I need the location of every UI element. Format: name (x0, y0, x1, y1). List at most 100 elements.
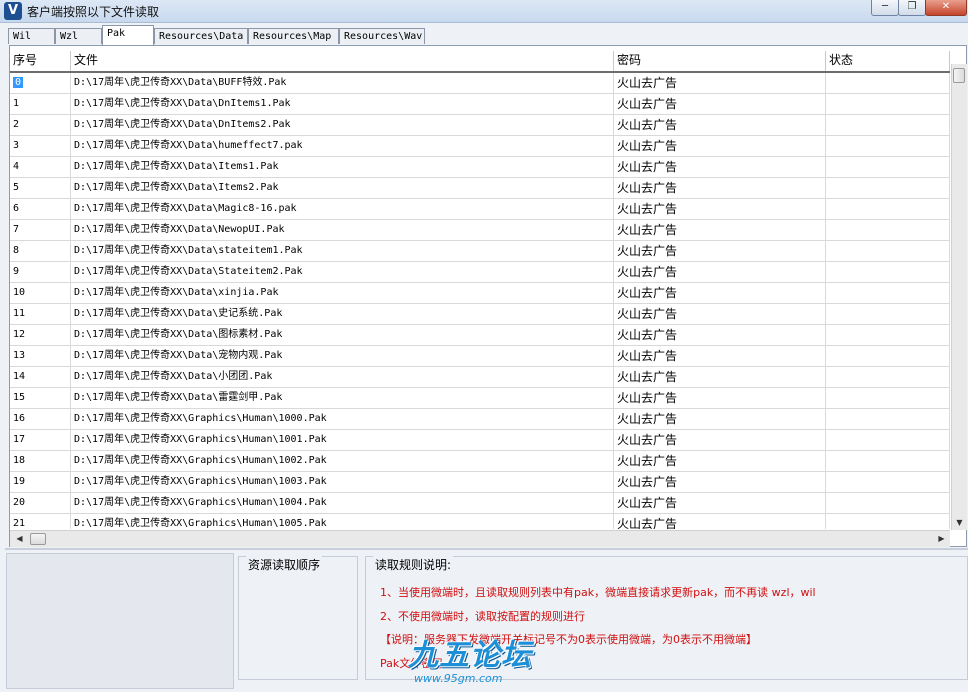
cell-password[interactable]: 火山去广告 (614, 325, 826, 345)
cell-state[interactable] (826, 241, 950, 261)
cell-state[interactable] (826, 262, 950, 282)
table-row[interactable]: 18 D:\17周年\虎卫传奇XX\Graphics\Human\1002.Pak… (10, 451, 950, 472)
cell-state[interactable] (826, 409, 950, 429)
table-row[interactable]: 10 D:\17周年\虎卫传奇XX\Data\xinjia.Pak 火山去广告 (10, 283, 950, 304)
cell-state[interactable] (826, 472, 950, 492)
cell-index[interactable]: 0 (10, 73, 71, 93)
tab-wil[interactable]: Wil (8, 28, 55, 44)
cell-index[interactable]: 4 (10, 157, 71, 177)
scroll-left-icon[interactable]: ◀ (12, 532, 27, 546)
cell-file[interactable]: D:\17周年\虎卫传奇XX\Data\Items1.Pak (71, 157, 614, 177)
cell-password[interactable]: 火山去广告 (614, 304, 826, 324)
cell-state[interactable] (826, 388, 950, 408)
header-file[interactable]: 文件 (71, 51, 614, 71)
cell-file[interactable]: D:\17周年\虎卫传奇XX\Data\humeffect7.pak (71, 136, 614, 156)
cell-state[interactable] (826, 346, 950, 366)
cell-state[interactable] (826, 493, 950, 513)
cell-file[interactable]: D:\17周年\虎卫传奇XX\Data\xinjia.Pak (71, 283, 614, 303)
table-row[interactable]: 7 D:\17周年\虎卫传奇XX\Data\NewopUI.Pak 火山去广告 (10, 220, 950, 241)
table-row[interactable]: 5 D:\17周年\虎卫传奇XX\Data\Items2.Pak 火山去广告 (10, 178, 950, 199)
cell-password[interactable]: 火山去广告 (614, 115, 826, 135)
panel-splitter[interactable] (5, 548, 968, 550)
cell-password[interactable]: 火山去广告 (614, 136, 826, 156)
cell-index[interactable]: 20 (10, 493, 71, 513)
vertical-scrollbar[interactable]: ▲ ▼ (951, 64, 967, 530)
table-row[interactable]: 13 D:\17周年\虎卫传奇XX\Data\宠物内观.Pak 火山去广告 (10, 346, 950, 367)
cell-password[interactable]: 火山去广告 (614, 283, 826, 303)
cell-password[interactable]: 火山去广告 (614, 388, 826, 408)
cell-state[interactable] (826, 283, 950, 303)
cell-state[interactable] (826, 304, 950, 324)
cell-state[interactable] (826, 136, 950, 156)
cell-file[interactable]: D:\17周年\虎卫传奇XX\Data\BUFF特效.Pak (71, 73, 614, 93)
cell-file[interactable]: D:\17周年\虎卫传奇XX\Data\史记系统.Pak (71, 304, 614, 324)
cell-index[interactable]: 6 (10, 199, 71, 219)
table-row[interactable]: 21 D:\17周年\虎卫传奇XX\Graphics\Human\1005.Pak… (10, 514, 950, 529)
cell-file[interactable]: D:\17周年\虎卫传奇XX\Data\图标素材.Pak (71, 325, 614, 345)
table-row[interactable]: 12 D:\17周年\虎卫传奇XX\Data\图标素材.Pak 火山去广告 (10, 325, 950, 346)
cell-file[interactable]: D:\17周年\虎卫传奇XX\Data\DnItems2.Pak (71, 115, 614, 135)
table-row[interactable]: 20 D:\17周年\虎卫传奇XX\Graphics\Human\1004.Pak… (10, 493, 950, 514)
cell-state[interactable] (826, 94, 950, 114)
cell-state[interactable] (826, 325, 950, 345)
cell-password[interactable]: 火山去广告 (614, 472, 826, 492)
cell-password[interactable]: 火山去广告 (614, 493, 826, 513)
table-row[interactable]: 0 D:\17周年\虎卫传奇XX\Data\BUFF特效.Pak 火山去广告 (10, 73, 950, 94)
cell-index[interactable]: 10 (10, 283, 71, 303)
cell-index[interactable]: 15 (10, 388, 71, 408)
cell-state[interactable] (826, 430, 950, 450)
cell-file[interactable]: D:\17周年\虎卫传奇XX\Graphics\Human\1001.Pak (71, 430, 614, 450)
cell-file[interactable]: D:\17周年\虎卫传奇XX\Data\NewopUI.Pak (71, 220, 614, 240)
cell-file[interactable]: D:\17周年\虎卫传奇XX\Data\小团团.Pak (71, 367, 614, 387)
cell-index[interactable]: 9 (10, 262, 71, 282)
cell-index[interactable]: 19 (10, 472, 71, 492)
cell-password[interactable]: 火山去广告 (614, 220, 826, 240)
cell-password[interactable]: 火山去广告 (614, 409, 826, 429)
cell-password[interactable]: 火山去广告 (614, 157, 826, 177)
table-row[interactable]: 6 D:\17周年\虎卫传奇XX\Data\Magic8-16.pak 火山去广告 (10, 199, 950, 220)
cell-password[interactable]: 火山去广告 (614, 451, 826, 471)
tab-wzl[interactable]: Wzl (55, 28, 102, 44)
tab-resources-map[interactable]: Resources\Map (248, 28, 339, 44)
cell-index[interactable]: 3 (10, 136, 71, 156)
cell-file[interactable]: D:\17周年\虎卫传奇XX\Data\Items2.Pak (71, 178, 614, 198)
cell-file[interactable]: D:\17周年\虎卫传奇XX\Data\宠物内观.Pak (71, 346, 614, 366)
table-row[interactable]: 17 D:\17周年\虎卫传奇XX\Graphics\Human\1001.Pak… (10, 430, 950, 451)
cell-state[interactable] (826, 157, 950, 177)
cell-state[interactable] (826, 451, 950, 471)
cell-file[interactable]: D:\17周年\虎卫传奇XX\Data\stateitem1.Pak (71, 241, 614, 261)
cell-password[interactable]: 火山去广告 (614, 241, 826, 261)
cell-password[interactable]: 火山去广告 (614, 94, 826, 114)
table-row[interactable]: 19 D:\17周年\虎卫传奇XX\Graphics\Human\1003.Pak… (10, 472, 950, 493)
cell-state[interactable] (826, 178, 950, 198)
tab-resources-wav[interactable]: Resources\Wav (339, 28, 425, 44)
table-row[interactable]: 11 D:\17周年\虎卫传奇XX\Data\史记系统.Pak 火山去广告 (10, 304, 950, 325)
header-state[interactable]: 状态 (826, 51, 950, 71)
table-row[interactable]: 1 D:\17周年\虎卫传奇XX\Data\DnItems1.Pak 火山去广告 (10, 94, 950, 115)
cell-state[interactable] (826, 115, 950, 135)
cell-file[interactable]: D:\17周年\虎卫传奇XX\Graphics\Human\1004.Pak (71, 493, 614, 513)
cell-file[interactable]: D:\17周年\虎卫传奇XX\Data\雷霆剑甲.Pak (71, 388, 614, 408)
cell-password[interactable]: 火山去广告 (614, 262, 826, 282)
table-row[interactable]: 9 D:\17周年\虎卫传奇XX\Data\Stateitem2.Pak 火山去广告 (10, 262, 950, 283)
cell-state[interactable] (826, 367, 950, 387)
cell-password[interactable]: 火山去广告 (614, 367, 826, 387)
header-password[interactable]: 密码 (614, 51, 826, 71)
close-button[interactable]: ✕ (925, 0, 967, 16)
tab-pak[interactable]: Pak (102, 25, 154, 45)
cell-password[interactable]: 火山去广告 (614, 199, 826, 219)
cell-index[interactable]: 14 (10, 367, 71, 387)
cell-file[interactable]: D:\17周年\虎卫传奇XX\Data\Magic8-16.pak (71, 199, 614, 219)
cell-password[interactable]: 火山去广告 (614, 430, 826, 450)
cell-file[interactable]: D:\17周年\虎卫传奇XX\Graphics\Human\1002.Pak (71, 451, 614, 471)
cell-file[interactable]: D:\17周年\虎卫传奇XX\Graphics\Human\1000.Pak (71, 409, 614, 429)
cell-index[interactable]: 16 (10, 409, 71, 429)
cell-file[interactable]: D:\17周年\虎卫传奇XX\Data\DnItems1.Pak (71, 94, 614, 114)
cell-password[interactable]: 火山去广告 (614, 346, 826, 366)
table-row[interactable]: 3 D:\17周年\虎卫传奇XX\Data\humeffect7.pak 火山去广告 (10, 136, 950, 157)
cell-state[interactable] (826, 514, 950, 529)
table-row[interactable]: 2 D:\17周年\虎卫传奇XX\Data\DnItems2.Pak 火山去广告 (10, 115, 950, 136)
header-index[interactable]: 序号 (10, 51, 71, 71)
cell-index[interactable]: 2 (10, 115, 71, 135)
cell-file[interactable]: D:\17周年\虎卫传奇XX\Graphics\Human\1005.Pak (71, 514, 614, 529)
